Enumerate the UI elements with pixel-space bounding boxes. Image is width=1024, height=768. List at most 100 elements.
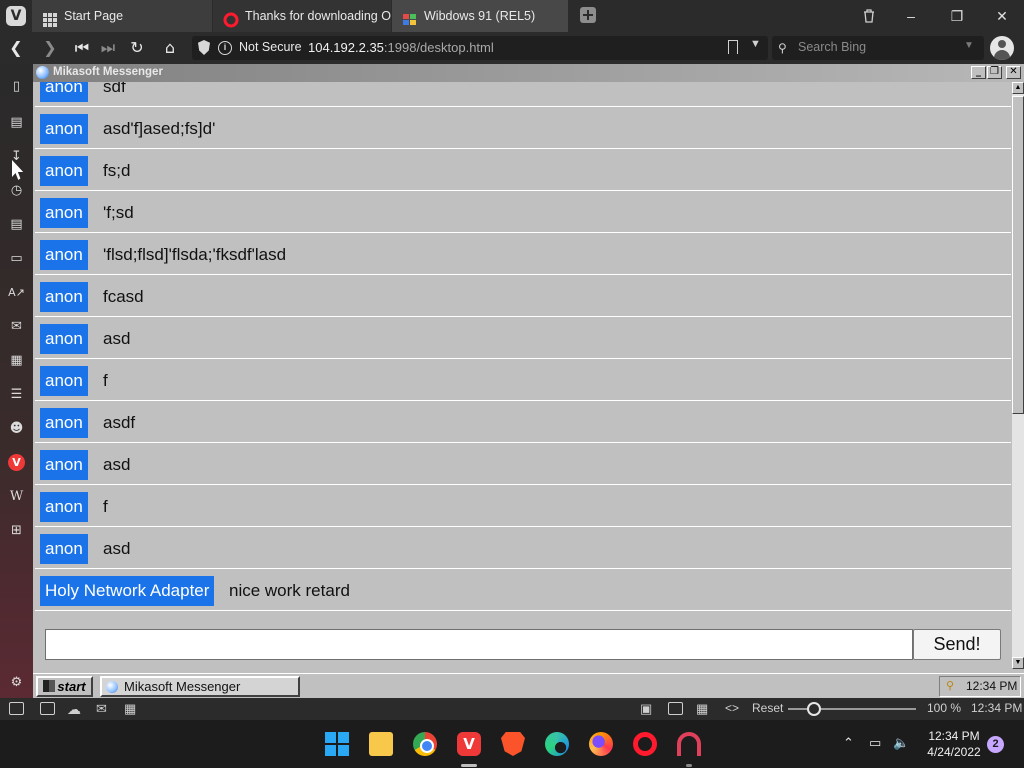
arc-icon[interactable] [677,732,701,756]
vivaldi-menu-button[interactable]: V [6,6,26,26]
opera-icon[interactable] [633,732,657,756]
message-row: anon f [35,359,1011,401]
brave-icon[interactable] [501,732,525,756]
image-icon[interactable]: ▦ [696,701,708,717]
messenger-icon [106,681,118,693]
scroll-thumb[interactable] [1012,96,1024,414]
trash-icon[interactable] [846,0,892,32]
contacts-icon[interactable]: ☻ [8,420,25,437]
message-text: asdf [103,413,136,432]
url-text: 104.192.2.35:1998/desktop.html [308,40,494,55]
message-row: anon asd'f]ased;fs]d' [35,107,1011,149]
web-page: Mikasoft Messenger _ ❐ ✕ anon sdf anon asd'… [33,64,1024,698]
url-path: :1998/desktop.html [383,40,494,55]
notes-icon[interactable]: ▤ [8,216,25,233]
message-author: anon [40,450,88,480]
window-panel-icon[interactable]: ▭ [8,250,25,267]
message-text: fcasd [103,287,144,306]
forward-icon[interactable]: ❯ [40,38,60,58]
messenger-title-bar[interactable]: Mikasoft Messenger _ ❐ ✕ [33,64,1024,82]
message-text: asd'f]ased;fs]d' [103,119,216,138]
taskbar-clock[interactable]: 12:34 PM 4/24/2022 [924,728,984,760]
code-icon[interactable]: <> [725,701,739,715]
search-field[interactable]: ⚲ ▼ [772,36,984,60]
bookmarks-panel-icon[interactable]: ▯ [8,78,25,95]
message-author: anon [40,534,88,564]
firefox-icon[interactable] [589,732,613,756]
tab-tiling-icon[interactable] [40,702,55,715]
calendar-icon[interactable]: ▦ [124,701,136,717]
restore-button[interactable]: ❐ [934,0,980,32]
minimize-button[interactable]: – [888,0,934,32]
mail-icon[interactable]: ✉ [8,318,25,335]
send-button[interactable]: Send! [913,629,1001,660]
message-text: 'flsd;flsd]'flsda;'fksdf'lasd [103,245,287,264]
add-panel-icon[interactable]: ⊞ [8,522,25,539]
shield-icon[interactable] [198,40,210,55]
display-icon[interactable]: ▭ [869,736,881,751]
start-button[interactable]: start [36,676,93,697]
message-row: anon 'flsd;flsd]'flsda;'fksdf'lasd [35,233,1011,275]
window-icon[interactable] [668,702,683,715]
chevron-down-icon[interactable]: ▼ [964,40,974,51]
message-author: anon [40,282,88,312]
chrome-icon[interactable] [413,732,437,756]
history-icon[interactable]: ◷ [8,182,25,199]
message-author: anon [40,82,88,102]
chat-log[interactable]: anon sdf anon asd'f]ased;fs]d' anon fs;d anon '… [35,82,1011,616]
tray-clock: 12:34 PM [966,679,1018,693]
vivaldi-icon[interactable]: V [457,732,481,756]
tab-windows91[interactable]: Wibdows 91 (REL5) [392,0,568,32]
fast-forward-icon[interactable]: ⏭ [98,38,118,58]
zoom-slider-thumb[interactable] [806,702,821,716]
vivaldi-panel-icon[interactable]: V [8,454,25,471]
volume-icon[interactable]: 🔈 [893,736,909,751]
scroll-up-icon[interactable]: ▲ [1012,82,1024,94]
bookmark-icon[interactable] [728,40,738,54]
windows91-taskbar: start Mikasoft Messenger ⚲ 12:34 PM [33,673,1024,698]
windows-start-icon[interactable] [325,732,349,756]
edge-icon[interactable] [545,732,569,756]
message-author: Holy Network Adapter [40,576,215,606]
gear-icon[interactable]: ⚙ [8,674,25,691]
tab-start-page[interactable]: Start Page [32,0,212,32]
reading-list-icon[interactable]: ▤ [8,114,25,131]
minimize-window-button[interactable]: _ [971,66,986,79]
url-field[interactable]: i Not Secure 104.192.2.35:1998/desktop.h… [192,36,768,60]
file-explorer-icon[interactable] [369,732,393,756]
cloud-icon[interactable]: ☁ [67,701,81,718]
feed-icon[interactable]: ☰ [8,386,25,403]
scroll-down-icon[interactable]: ▼ [1012,657,1024,669]
panel-toggle-icon[interactable] [9,702,24,715]
translate-icon[interactable]: A↗ [8,284,25,301]
close-button[interactable]: ✕ [979,0,1024,32]
start-label: start [57,679,86,694]
close-window-button[interactable]: ✕ [1006,66,1021,79]
message-input[interactable] [45,629,913,660]
tab-opera-download[interactable]: Thanks for downloading Op [213,0,391,32]
profile-avatar[interactable] [990,36,1014,60]
back-icon[interactable]: ❮ [6,38,26,58]
message-author: anon [40,198,88,228]
camera-icon[interactable]: ▣ [640,701,652,717]
rewind-icon[interactable]: ⏮ [72,38,92,58]
info-icon[interactable]: i [218,41,232,55]
start-logo-icon [43,680,56,692]
wikipedia-icon[interactable]: W [8,488,25,505]
reload-icon[interactable]: ↻ [127,38,147,58]
notification-badge[interactable]: 2 [987,736,1004,753]
maximize-window-button[interactable]: ❐ [987,66,1002,79]
downloads-icon[interactable]: ↧ [8,148,25,165]
windows91-favicon-icon [402,8,418,25]
chevron-up-icon[interactable]: ⌃ [843,736,854,751]
home-icon[interactable]: ⌂ [160,38,180,58]
calendar-icon[interactable]: ▦ [8,352,25,369]
new-tab-button[interactable] [580,7,596,23]
taskbar-item-messenger[interactable]: Mikasoft Messenger [100,676,300,697]
key-icon[interactable]: ⚲ [946,681,960,692]
zoom-reset-button[interactable]: Reset [752,701,783,715]
chevron-down-icon[interactable]: ▼ [750,38,761,50]
search-input[interactable] [798,40,958,54]
chat-scrollbar[interactable]: ▲ ▼ [1012,82,1024,669]
mail-icon[interactable]: ✉ [96,701,107,717]
